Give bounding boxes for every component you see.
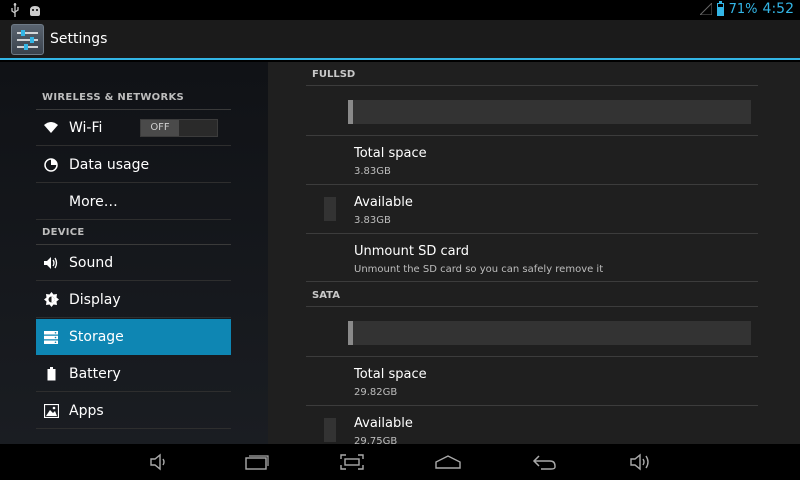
back-icon[interactable] [530, 451, 558, 473]
pref-title: Total space [354, 367, 427, 382]
usb-icon [10, 2, 20, 21]
section-header-device: DEVICE [36, 221, 231, 245]
available-space-row: Available 3.83GB [306, 185, 758, 234]
settings-app-icon[interactable] [11, 24, 44, 55]
storage-usage-bar [348, 100, 751, 124]
page-title: Settings [50, 31, 108, 47]
sidebar-item-display[interactable]: Display [36, 282, 231, 318]
total-space-row: Total space 3.83GB [306, 136, 758, 185]
wifi-toggle-state: OFF [141, 120, 179, 136]
sidebar-item-apps[interactable]: Apps [36, 393, 231, 429]
screenshot-icon[interactable] [338, 451, 366, 473]
recent-apps-icon[interactable] [243, 451, 271, 473]
content-area: WIRELESS & NETWORKS Wi-Fi OFF Data usage… [0, 62, 800, 455]
pref-summary: 3.83GB [354, 166, 391, 177]
sidebar-item-storage[interactable]: Storage [36, 319, 231, 355]
sidebar-item-more[interactable]: More… [36, 184, 231, 220]
sidebar-item-wifi[interactable]: Wi-Fi OFF [36, 110, 231, 146]
apps-icon [43, 403, 59, 419]
action-bar: Settings [0, 20, 800, 60]
home-icon[interactable] [434, 451, 462, 473]
brightness-icon [43, 292, 59, 308]
settings-sidebar: WIRELESS & NETWORKS Wi-Fi OFF Data usage… [36, 62, 231, 444]
sidebar-item-label: Battery [69, 365, 121, 382]
available-color-swatch [324, 418, 336, 442]
signal-icon [699, 3, 712, 15]
usage-bar-row [306, 86, 758, 136]
android-debug-icon [28, 2, 42, 21]
system-nav-bar [0, 444, 800, 480]
battery-icon [43, 366, 59, 382]
sidebar-item-label: More… [69, 193, 118, 210]
sidebar-item-label: Sound [69, 254, 114, 271]
storage-usage-fill [348, 100, 353, 124]
volume-down-icon[interactable] [144, 451, 172, 473]
pref-summary: 3.83GB [354, 215, 391, 226]
status-bar: 71% 4:52 [0, 0, 800, 20]
pref-summary: 29.82GB [354, 387, 398, 398]
total-space-row: Total space 29.82GB [306, 357, 758, 406]
storage-icon [43, 329, 59, 345]
available-color-swatch [324, 197, 336, 221]
sidebar-item-label: Apps [69, 402, 104, 419]
sidebar-item-battery[interactable]: Battery [36, 356, 231, 392]
wifi-icon [43, 120, 59, 136]
volume-header-fullsd: FULLSD [306, 62, 758, 86]
volume-header-sata: SATA [306, 283, 758, 307]
volume-up-icon[interactable] [626, 451, 654, 473]
sidebar-item-label: Data usage [69, 156, 150, 173]
sidebar-item-sound[interactable]: Sound [36, 245, 231, 281]
sidebar-item-label: Storage [69, 329, 124, 345]
sidebar-item-label: Display [69, 291, 121, 308]
unmount-sd-card-row[interactable]: Unmount SD card Unmount the SD card so y… [306, 234, 758, 282]
pref-title: Unmount SD card [354, 244, 469, 259]
storage-detail-pane[interactable]: FULLSD Total space 3.83GB Available 3.83… [268, 62, 800, 455]
speaker-icon [43, 255, 59, 271]
sidebar-item-label: Wi-Fi [69, 119, 103, 136]
data-usage-icon [43, 157, 59, 173]
battery-level-fill [717, 6, 723, 15]
battery-percent: 71% [728, 1, 758, 17]
pref-summary: Unmount the SD card so you can safely re… [354, 264, 604, 275]
usage-bar-row [306, 307, 758, 357]
wifi-toggle[interactable]: OFF [140, 119, 218, 137]
pref-title: Total space [354, 146, 427, 161]
storage-usage-bar [348, 321, 751, 345]
pref-title: Available [354, 416, 413, 431]
clock: 4:52 [762, 1, 794, 17]
section-header-wireless: WIRELESS & NETWORKS [36, 86, 231, 110]
battery-icon [716, 0, 724, 16]
storage-usage-fill [348, 321, 353, 345]
pref-title: Available [354, 195, 413, 210]
sidebar-item-data-usage[interactable]: Data usage [36, 147, 231, 183]
